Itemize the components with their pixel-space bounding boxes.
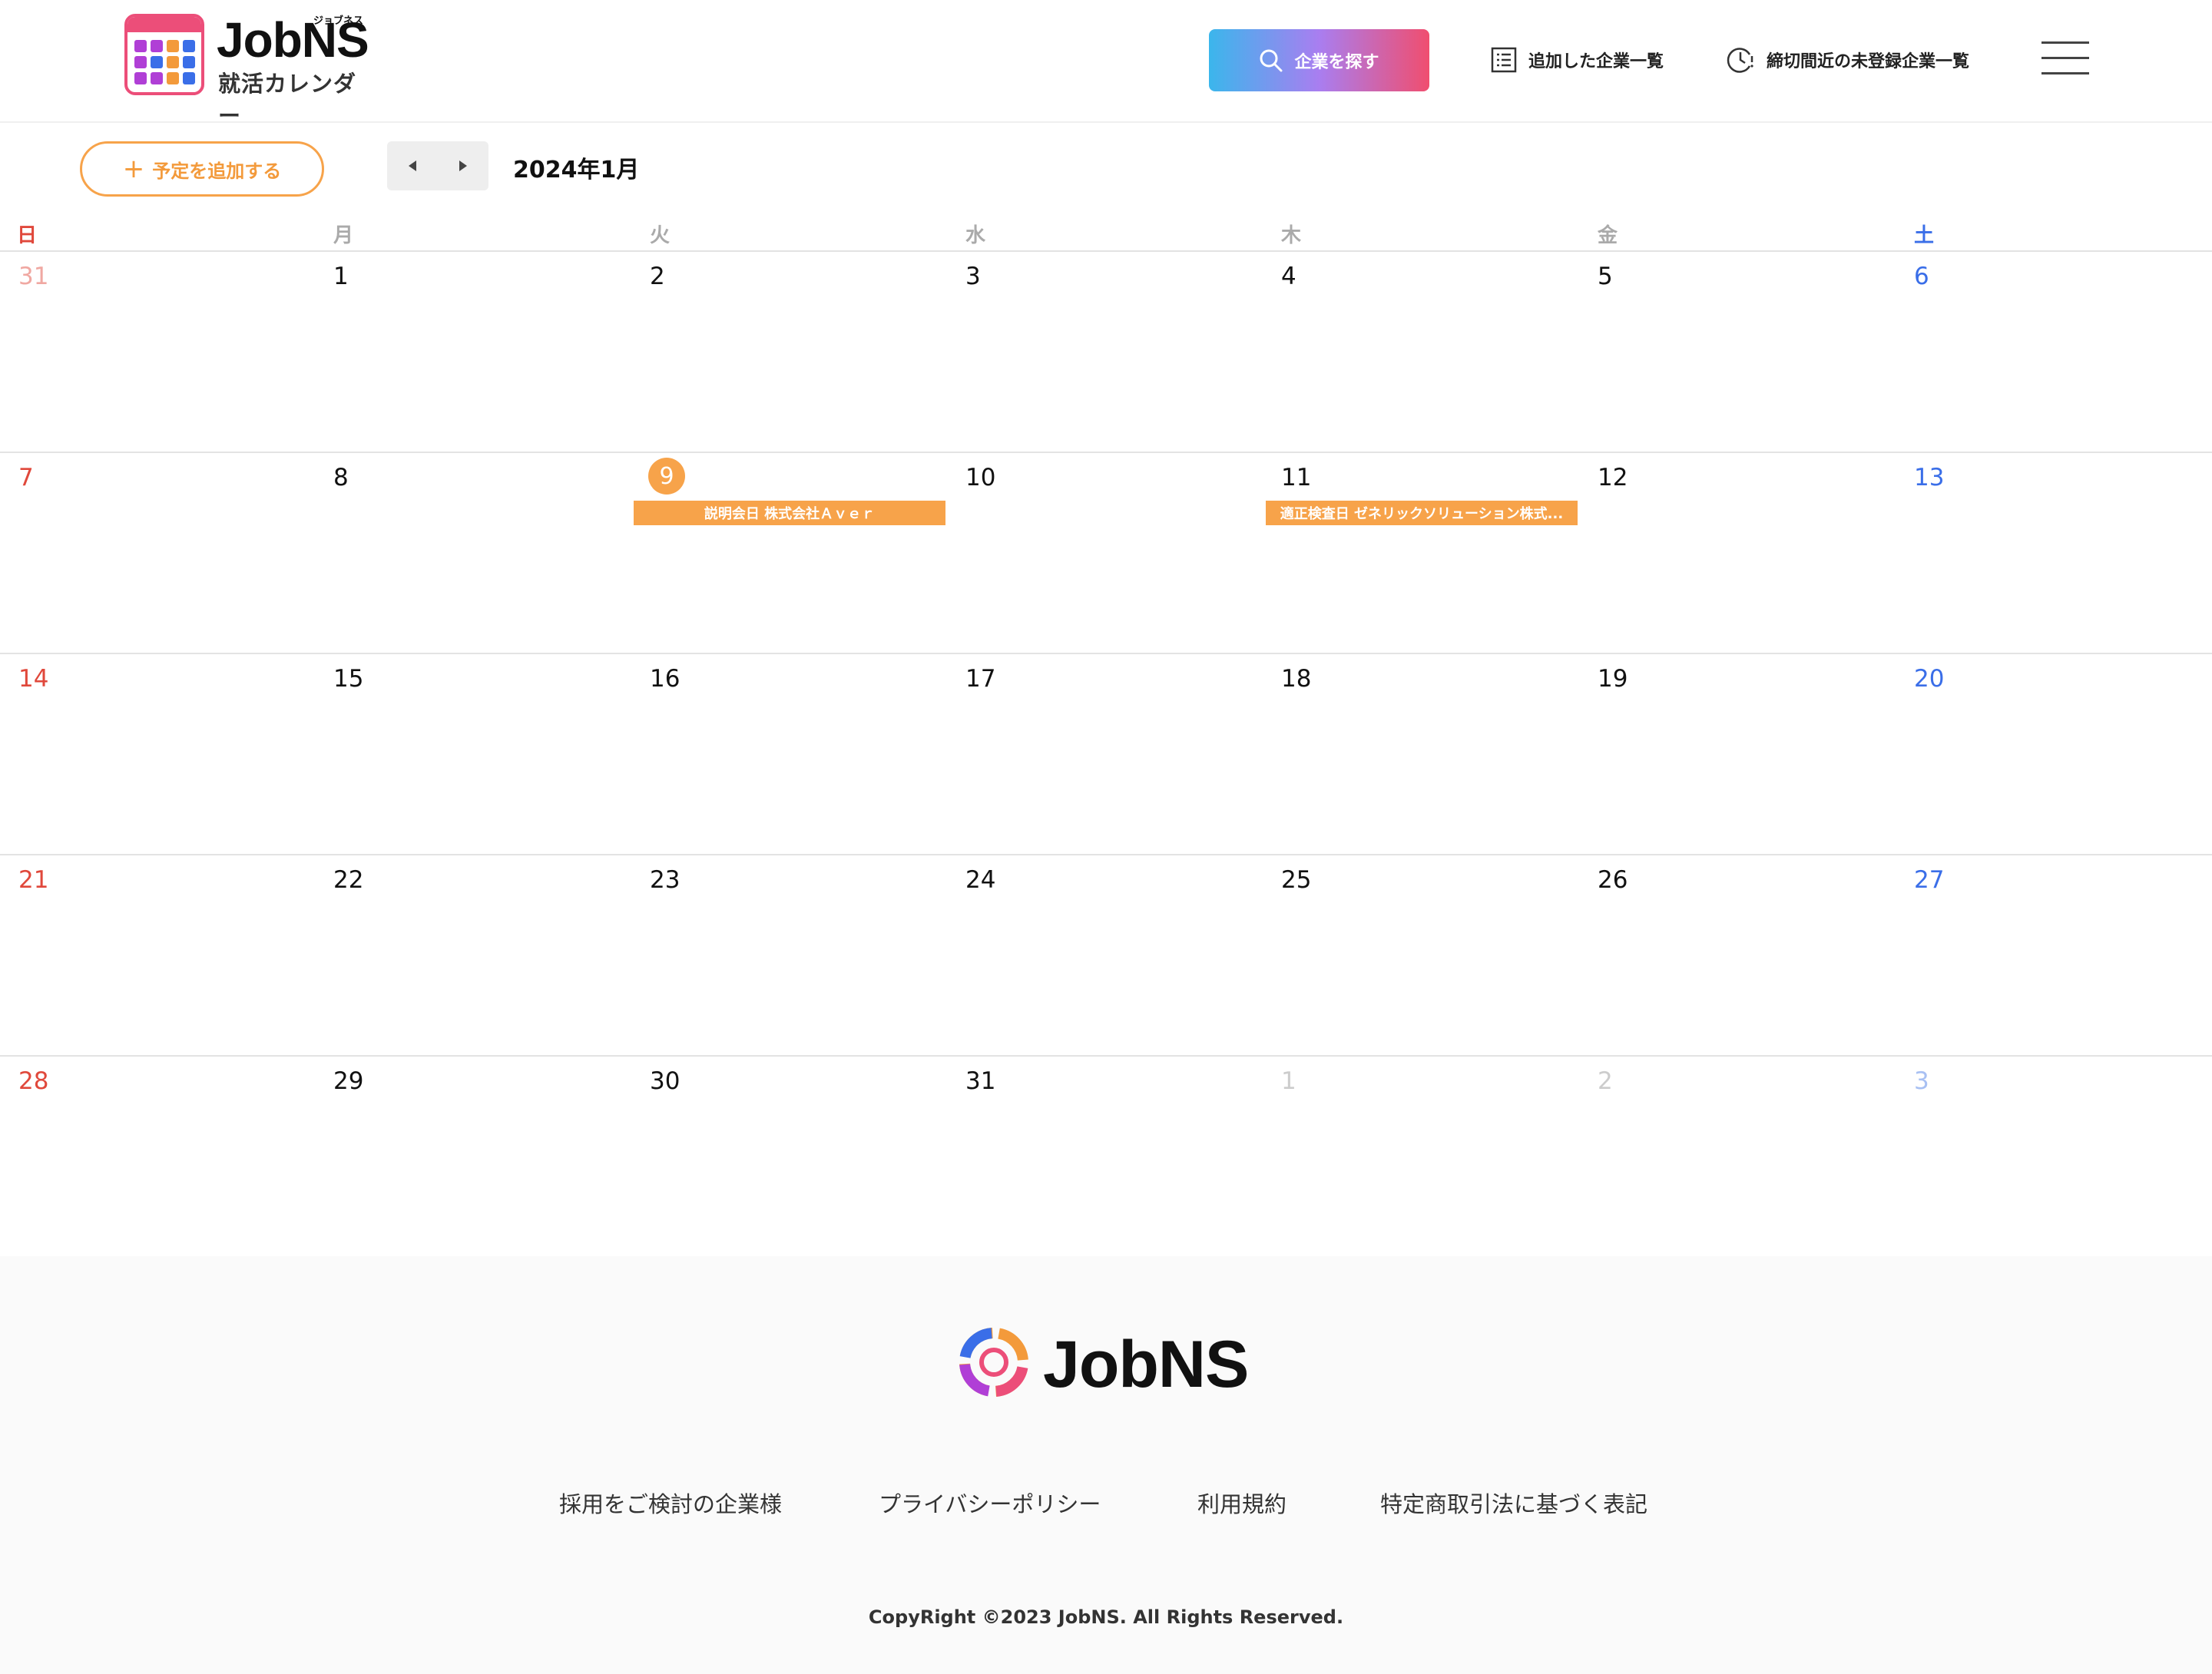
weekday-sat: 土: [1914, 224, 1935, 247]
calendar-day[interactable]: 31: [965, 1067, 995, 1095]
calendar-day[interactable]: 16: [650, 665, 680, 693]
calendar-day[interactable]: 8: [333, 464, 349, 491]
calendar-day[interactable]: 30: [650, 1067, 680, 1095]
calendar-day[interactable]: 11: [1281, 464, 1311, 491]
calendar-week: 7 8 9 10 11 12 13: [0, 452, 2212, 654]
footer-link-commercial-law[interactable]: 特定商取引法に基づく表記: [1380, 1487, 1647, 1519]
nav-added-companies[interactable]: 追加した企業一覧: [1490, 45, 1664, 75]
calendar-day[interactable]: 12: [1598, 464, 1628, 491]
logo-ruby: ジョブネス: [313, 15, 364, 27]
calendar-day[interactable]: 13: [1914, 464, 1944, 491]
search-companies-button[interactable]: 企業を探す: [1209, 29, 1429, 91]
calendar-week: 14 15 16 17 18 19 20: [0, 653, 2212, 855]
calendar-week: 28 29 30 31 1 2 3: [0, 1055, 2212, 1258]
calendar-event[interactable]: 説明会日 株式会社Ａｖｅｒ: [634, 501, 945, 525]
calendar-day[interactable]: 31: [18, 263, 48, 290]
site-footer: JobNS 採用をご検討の企業様 プライバシーポリシー 利用規約 特定商取引法に…: [0, 1256, 2212, 1674]
site-header: JobNS ジョブネス 就活カレンダー 企業を探す 追加した企業一覧 締切間近の…: [0, 0, 2212, 129]
footer-link-recruiting[interactable]: 採用をご検討の企業様: [559, 1487, 782, 1519]
calendar-logo-icon: [124, 14, 204, 95]
calendar-day[interactable]: 25: [1281, 866, 1311, 894]
footer-link-terms[interactable]: 利用規約: [1197, 1487, 1286, 1519]
calendar-day[interactable]: 21: [18, 866, 48, 894]
weekday-thu: 木: [1281, 224, 1302, 247]
jobns-ring-logo-icon: [959, 1328, 1028, 1397]
weekday-tue: 火: [650, 224, 671, 247]
caret-left-icon: [409, 160, 416, 171]
calendar-day-today[interactable]: 9: [648, 458, 685, 495]
footer-logo[interactable]: JobNS: [957, 1325, 1264, 1402]
calendar-day[interactable]: 6: [1914, 263, 1929, 290]
plus-icon: +: [122, 154, 145, 184]
calendar-week: 21 22 23 24 25 26 27: [0, 854, 2212, 1057]
nav-added-companies-label: 追加した企業一覧: [1528, 52, 1664, 71]
calendar-day[interactable]: 14: [18, 665, 48, 693]
calendar-day[interactable]: 28: [18, 1067, 48, 1095]
calendar-week: 31 1 2 3 4 5 6: [0, 250, 2212, 453]
add-event-label: 予定を追加する: [152, 160, 282, 182]
calendar-day[interactable]: 18: [1281, 665, 1311, 693]
copyright: CopyRight ©2023 JobNS. All Rights Reserv…: [868, 1606, 1344, 1628]
weekday-fri: 金: [1598, 224, 1618, 247]
calendar-day[interactable]: 5: [1598, 263, 1613, 290]
clock-alert-icon: [1727, 48, 1753, 73]
calendar-day[interactable]: 10: [965, 464, 995, 491]
weekday-mon: 月: [333, 224, 354, 247]
calendar-day[interactable]: 1: [333, 263, 349, 290]
calendar-event[interactable]: 適正検査日 ゼネリックソリューション株式...: [1266, 501, 1578, 525]
calendar-day[interactable]: 3: [1914, 1067, 1929, 1095]
calendar-day[interactable]: 7: [18, 464, 34, 491]
calendar-day[interactable]: 22: [333, 866, 363, 894]
site-logo[interactable]: JobNS ジョブネス 就活カレンダー: [124, 12, 378, 129]
calendar-day[interactable]: 2: [1598, 1067, 1613, 1095]
list-icon: [1491, 47, 1517, 73]
weekday-wed: 水: [965, 224, 986, 247]
prev-month-button[interactable]: [387, 141, 438, 190]
calendar-day[interactable]: 3: [965, 263, 981, 290]
calendar-day[interactable]: 4: [1281, 263, 1296, 290]
next-month-button[interactable]: [438, 141, 488, 190]
footer-logo-text: JobNS: [1043, 1328, 1249, 1401]
month-navigation: [387, 141, 488, 190]
calendar-day[interactable]: 27: [1914, 866, 1944, 894]
add-event-button[interactable]: + 予定を追加する: [80, 141, 324, 197]
calendar-day[interactable]: 29: [333, 1067, 363, 1095]
search-companies-label: 企業を探す: [1294, 52, 1379, 72]
calendar-day[interactable]: 26: [1598, 866, 1628, 894]
calendar-day[interactable]: 20: [1914, 665, 1944, 693]
logo-subtitle: 就活カレンダー: [218, 71, 357, 129]
weekday-header: 日 月 火 水 木 金 土: [0, 217, 2212, 252]
month-title: 2024年1月: [513, 157, 640, 184]
search-icon: [1260, 49, 1283, 71]
calendar-day[interactable]: 1: [1281, 1067, 1296, 1095]
calendar-day[interactable]: 23: [650, 866, 680, 894]
caret-right-icon: [459, 160, 467, 171]
nav-deadline-companies[interactable]: 締切間近の未登録企業一覧: [1727, 45, 1969, 75]
nav-deadline-companies-label: 締切間近の未登録企業一覧: [1767, 52, 1970, 71]
hamburger-menu-icon[interactable]: [2041, 41, 2089, 75]
calendar-day[interactable]: 17: [965, 665, 995, 693]
calendar-day[interactable]: 19: [1598, 665, 1628, 693]
calendar-day[interactable]: 15: [333, 665, 363, 693]
calendar-day[interactable]: 2: [650, 263, 665, 290]
weekday-sun: 日: [17, 224, 38, 247]
calendar-day[interactable]: 24: [965, 866, 995, 894]
footer-link-privacy[interactable]: プライバシーポリシー: [879, 1487, 1101, 1519]
